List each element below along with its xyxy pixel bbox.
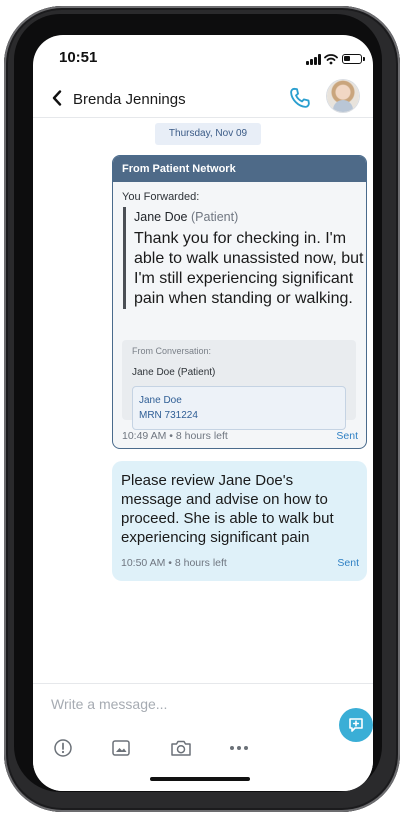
app-screen: 10:51 Brenda Jennings Thursday, Nov 09 F… [33,35,373,791]
status-bar: 10:51 [33,35,373,79]
status-time: 10:51 [59,49,98,66]
quote-author: Jane Doe (Patient) [134,210,366,224]
alert-icon [54,739,72,757]
contact-name[interactable]: Brenda Jennings [73,91,186,108]
quote-author-role: (Patient) [191,210,239,224]
quote-author-name: Jane Doe [134,210,188,224]
patient-name: Jane Doe [139,395,182,406]
quoted-message: Jane Doe (Patient) Thank you for checkin… [123,207,366,309]
date-separator: Thursday, Nov 09 [155,123,261,145]
send-icon [349,718,363,732]
message-composer [33,683,373,791]
image-button[interactable] [109,736,133,760]
from-conversation-label: From Conversation: [132,346,212,356]
forwarded-status: Sent [336,430,358,442]
battery-icon [342,54,365,64]
send-button[interactable] [339,708,373,742]
quote-text: Thank you for checking in. I'm able to w… [134,230,364,307]
alert-button[interactable] [51,736,75,760]
patient-chip[interactable]: Jane Doe MRN 731224 [132,386,346,430]
chevron-left-icon [52,90,62,106]
patient-mrn: MRN 731224 [139,410,198,421]
wifi-icon [324,54,338,65]
more-icon [230,746,248,750]
outgoing-message[interactable]: Please review Jane Doe's message and adv… [112,461,367,581]
message-input[interactable] [51,694,281,714]
forwarded-message-card[interactable]: From Patient Network You Forwarded: Jane… [112,155,367,449]
back-button[interactable] [47,87,67,109]
more-button[interactable] [227,736,251,760]
camera-icon [171,740,191,756]
message-timestamp: 10:50 AM • 8 hours left [121,557,227,569]
avatar[interactable] [327,80,359,112]
phone-icon [290,87,310,108]
forwarded-timestamp: 10:49 AM • 8 hours left [122,430,228,442]
conversation-name: Jane Doe (Patient) [132,367,216,378]
camera-button[interactable] [169,736,193,760]
forwarded-label: You Forwarded: [122,191,200,203]
chat-header: Brenda Jennings [33,79,373,118]
forwarded-source: From Patient Network [113,156,366,182]
message-status: Sent [337,557,359,569]
image-icon [112,740,130,756]
source-conversation: From Conversation: Jane Doe (Patient) Ja… [122,340,356,430]
message-text: Please review Jane Doe's message and adv… [121,472,334,546]
call-button[interactable] [287,85,313,111]
home-indicator [150,777,250,781]
signal-icon [306,54,322,65]
